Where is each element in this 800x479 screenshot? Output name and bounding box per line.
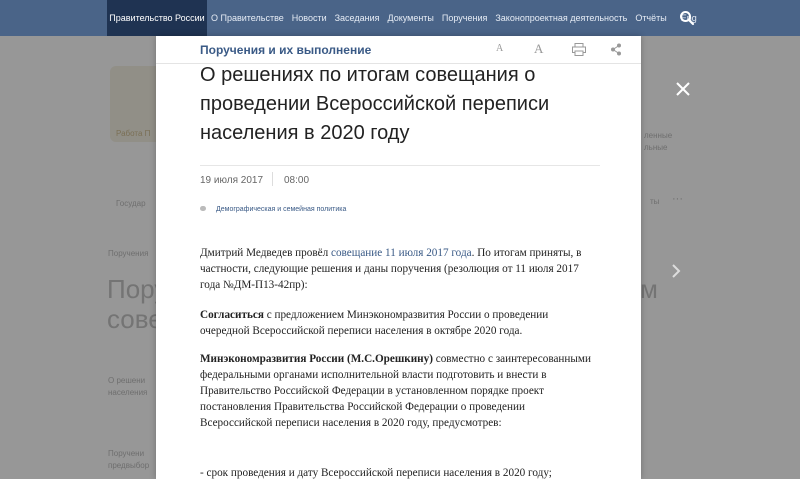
paragraph-3-bold: Минэкономразвития России (М.С.Орешкину) — [200, 353, 433, 365]
share-icon[interactable] — [610, 43, 622, 56]
paragraph-4: - срок проведения и дату Всероссийской п… — [200, 467, 552, 479]
close-icon[interactable] — [674, 80, 692, 98]
nav-link-legislation[interactable]: Законопроектная деятельность — [495, 13, 627, 23]
article-modal: Поручения и их выполнение A A О решениях… — [156, 36, 641, 479]
modal-toolbar: Поручения и их выполнение A A — [156, 36, 641, 64]
top-navigation: Правительство России О Правительстве Нов… — [0, 0, 800, 36]
paragraph-1: Дмитрий Медведев провёл совещание 11 июл… — [200, 245, 600, 293]
nav-link-about[interactable]: О Правительстве — [211, 13, 284, 23]
meeting-link[interactable]: совещание 11 июля 2017 года — [331, 247, 472, 259]
paragraph-2: Согласиться с предложением Минэкономразв… — [200, 307, 600, 339]
paragraph-3: Минэкономразвития России (М.С.Орешкину) … — [200, 351, 600, 431]
section-title[interactable]: Поручения и их выполнение — [200, 43, 371, 57]
article-date: 19 июля 2017 — [200, 175, 264, 186]
nav-link-news[interactable]: Новости — [292, 13, 327, 23]
nav-link-instructions[interactable]: Поручения — [442, 13, 487, 23]
nav-link-meetings[interactable]: Заседания — [335, 13, 380, 23]
chevron-right-icon[interactable] — [670, 264, 682, 278]
nav-links: О Правительстве Новости Заседания Докуме… — [211, 0, 705, 36]
paragraph-2-bold: Согласиться — [200, 309, 264, 321]
font-increase-button[interactable]: A — [534, 41, 543, 57]
font-decrease-button[interactable]: A — [496, 43, 503, 54]
paragraph-1-text: Дмитрий Медведев провёл — [200, 247, 331, 259]
search-icon[interactable] — [679, 10, 695, 26]
print-icon[interactable] — [572, 43, 586, 56]
meta-divider — [200, 165, 600, 166]
article-time: 08:00 — [284, 175, 310, 186]
nav-link-reports[interactable]: Отчёты — [635, 13, 666, 23]
article-tag[interactable]: Демографическая и семейная политика — [216, 206, 346, 213]
nav-link-documents[interactable]: Документы — [388, 13, 434, 23]
tag-icon — [200, 206, 206, 211]
nav-home-link[interactable]: Правительство России — [107, 0, 207, 36]
article-title: О решениях по итогам совещания о проведе… — [200, 64, 550, 144]
meta-separator — [272, 172, 273, 186]
